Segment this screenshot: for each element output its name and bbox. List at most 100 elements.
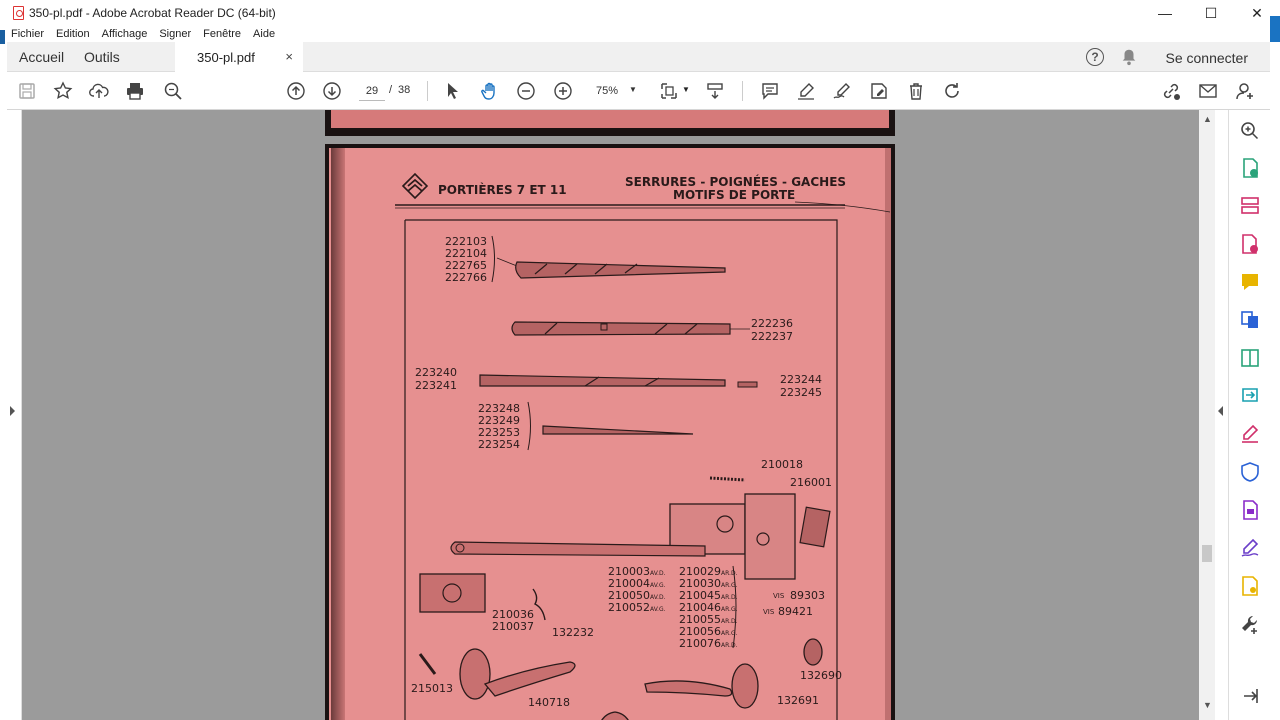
notification-bell-icon[interactable] — [1120, 48, 1138, 66]
combine-files-icon[interactable] — [1239, 309, 1261, 331]
create-pdf-icon[interactable] — [1239, 233, 1261, 255]
lock-rod — [450, 541, 706, 557]
bracket — [491, 235, 495, 283]
tab-outils[interactable]: Outils — [84, 49, 120, 65]
export-pdf-icon[interactable] — [1239, 157, 1261, 179]
certificate-icon[interactable] — [1239, 575, 1261, 597]
menu-fichier[interactable]: Fichier — [11, 28, 44, 40]
maximize-button[interactable]: ☐ — [1188, 0, 1234, 26]
scroll-up-icon[interactable]: ▲ — [1203, 114, 1212, 124]
part-number: 222236 — [751, 317, 793, 330]
toolbar-divider — [427, 81, 428, 101]
minimize-button[interactable]: — — [1142, 0, 1188, 26]
previous-page-icon[interactable] — [285, 80, 307, 102]
more-tools-wrench-icon[interactable] — [1239, 613, 1261, 635]
document-viewer[interactable]: PORTIÈRES 7 ET 11 SERRURES - POIGNÉES - … — [22, 110, 1199, 720]
part-suffix: AV.G. — [650, 582, 666, 589]
previous-page-fragment — [325, 110, 895, 136]
chevron-down-icon[interactable]: ▼ — [682, 85, 690, 94]
expand-left-pane-icon[interactable] — [10, 406, 15, 416]
page-number-input[interactable]: 29 — [359, 81, 385, 101]
part-number: 223254 — [478, 438, 520, 451]
rotate-icon[interactable] — [941, 80, 963, 102]
zoom-out-icon[interactable] — [515, 80, 537, 102]
page-fit-icon[interactable] — [658, 80, 680, 102]
zoom-in-icon[interactable] — [552, 80, 574, 102]
share-link-icon[interactable] — [1160, 80, 1182, 102]
tab-document[interactable]: 350-pl.pdf × — [175, 42, 303, 72]
scrollbar-thumb[interactable] — [1202, 545, 1212, 562]
spring-part — [709, 476, 746, 482]
part-number: 216001 — [790, 476, 832, 489]
menu-fenetre[interactable]: Fenêtre — [203, 28, 241, 40]
pdf-document-icon[interactable] — [1239, 499, 1261, 521]
page-separator: / — [389, 84, 393, 96]
menu-aide[interactable]: Aide — [253, 28, 275, 40]
main-toolbar: 29 / 38 75% ▼ ▼ — [7, 72, 1270, 110]
comment-icon[interactable] — [759, 80, 781, 102]
header-subtitle-2: MOTIFS DE PORTE — [673, 188, 795, 202]
comment-tool-icon[interactable] — [1239, 271, 1261, 293]
part-number: 223241 — [415, 379, 457, 392]
trim-strip-2 — [511, 321, 731, 336]
part-suffix: AR.G. — [721, 606, 738, 613]
upload-cloud-icon[interactable] — [88, 80, 110, 102]
request-signature-icon[interactable] — [1239, 537, 1261, 559]
hand-tool-icon[interactable] — [479, 80, 501, 102]
section-title: PORTIÈRES 7 ET 11 — [438, 182, 567, 197]
organize-pages-icon[interactable] — [1239, 195, 1261, 217]
protect-shield-icon[interactable] — [1239, 461, 1261, 483]
page-illustration: PORTIÈRES 7 ET 11 SERRURES - POIGNÉES - … — [395, 172, 891, 720]
title-bar: 350-pl.pdf - Adobe Acrobat Reader DC (64… — [0, 0, 1280, 26]
part-suffix: AR.D. — [721, 594, 738, 601]
collapse-tools-pane-icon[interactable] — [1239, 685, 1261, 707]
collapse-right-pane-icon[interactable] — [1218, 406, 1223, 416]
print-icon[interactable] — [124, 80, 146, 102]
menu-edition[interactable]: Edition — [56, 28, 90, 40]
tab-accueil[interactable]: Accueil — [19, 49, 64, 65]
document-tab-label: 350-pl.pdf — [197, 49, 255, 65]
part-suffix: AV.D. — [650, 594, 666, 601]
sign-icon[interactable] — [831, 80, 853, 102]
part-number: 215013 — [411, 682, 453, 695]
search-zoom-icon[interactable] — [162, 80, 184, 102]
part-number: 132691 — [777, 694, 819, 707]
fill-sign-icon[interactable] — [868, 80, 890, 102]
add-user-icon[interactable] — [1234, 80, 1256, 102]
close-tab-icon[interactable]: × — [285, 49, 293, 64]
part-suffix: AR.D. — [721, 642, 738, 649]
delete-trash-icon[interactable] — [905, 80, 927, 102]
vertical-scrollbar[interactable]: ▲ ▼ — [1199, 110, 1215, 720]
latch-plate — [419, 573, 486, 613]
sign-in-button[interactable]: Se connecter — [1166, 50, 1249, 66]
part-prefix: VIS — [773, 592, 785, 600]
toolbar-divider — [742, 81, 743, 101]
email-icon[interactable] — [1197, 80, 1219, 102]
save-icon[interactable] — [16, 80, 38, 102]
leader-line — [496, 257, 518, 267]
door-handle-right — [644, 680, 733, 697]
compress-pdf-icon[interactable] — [1239, 347, 1261, 369]
select-cursor-icon[interactable] — [442, 80, 464, 102]
menu-affichage[interactable]: Affichage — [102, 28, 148, 40]
bookmark-star-icon[interactable] — [52, 80, 74, 102]
header-swash — [794, 201, 891, 213]
trim-end-piece — [737, 381, 758, 388]
chevron-down-icon[interactable]: ▼ — [629, 85, 637, 94]
right-tools-pane — [1228, 110, 1280, 720]
menu-signer[interactable]: Signer — [159, 28, 191, 40]
scroll-mode-icon[interactable] — [704, 80, 726, 102]
help-icon[interactable]: ? — [1086, 48, 1104, 66]
scroll-down-icon[interactable]: ▼ — [1203, 700, 1212, 710]
part-number: 222237 — [751, 330, 793, 343]
part-number: 223244 — [780, 373, 822, 386]
highlight-pen-icon[interactable] — [795, 80, 817, 102]
pdf-page: PORTIÈRES 7 ET 11 SERRURES - POIGNÉES - … — [325, 144, 895, 720]
fill-and-sign-icon[interactable] — [1239, 423, 1261, 445]
wire-clip — [532, 588, 546, 621]
zoom-search-icon[interactable] — [1239, 120, 1261, 142]
left-navigation-pane — [0, 110, 22, 720]
next-page-icon[interactable] — [321, 80, 343, 102]
send-for-review-icon[interactable] — [1239, 385, 1261, 407]
part-number: 210037 — [492, 620, 534, 633]
